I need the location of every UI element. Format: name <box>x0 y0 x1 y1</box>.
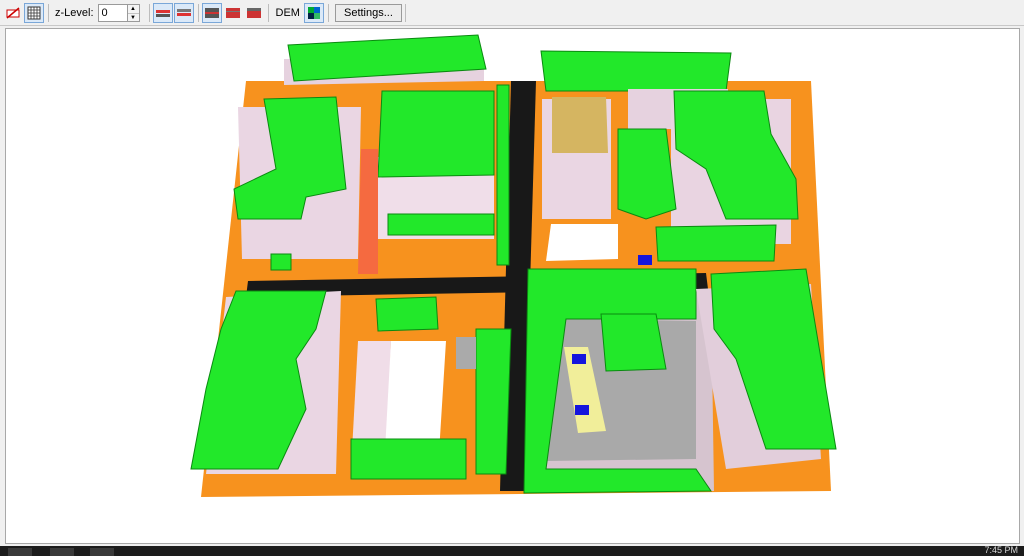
toolbar-separator <box>48 3 49 22</box>
taskbar: 7:45 PM <box>0 545 1024 556</box>
toolbar-separator <box>404 3 406 22</box>
tree-cluster <box>475 328 512 475</box>
paved-patch <box>456 337 476 369</box>
water-feature <box>572 354 586 364</box>
disable-view-button[interactable] <box>3 3 23 23</box>
layer-slice-icon <box>155 9 170 17</box>
zlevel-input[interactable] <box>97 3 128 22</box>
tree-row <box>496 84 510 266</box>
toolbar-separator <box>148 3 150 22</box>
dem-label: DEM <box>275 6 300 19</box>
app-window: z-Level: ▲ ▼ <box>0 0 1024 556</box>
tree <box>270 253 292 271</box>
spin-up-icon[interactable]: ▲ <box>128 5 139 13</box>
3d-model-viewport[interactable] <box>5 28 1020 544</box>
clock-time: 7:45 PM <box>984 545 1018 555</box>
view-mode-2-icon <box>225 7 240 18</box>
water-basin <box>638 255 652 265</box>
grid-icon <box>27 6 41 19</box>
view-mode-3-icon <box>246 7 261 18</box>
layer-stack-button[interactable] <box>173 2 194 23</box>
courtyard <box>358 149 378 274</box>
building-roof-brown <box>552 97 608 153</box>
toolbar: z-Level: ▲ ▼ <box>0 0 1024 26</box>
taskbar-app-icon[interactable] <box>8 548 32 556</box>
grid-toggle-button[interactable] <box>24 2 44 23</box>
tree-cluster <box>350 438 467 480</box>
zlevel-label: z-Level: <box>55 6 94 19</box>
taskbar-app-icon[interactable] <box>50 548 74 556</box>
layer-view-button[interactable] <box>152 2 173 23</box>
building-roof <box>377 90 495 178</box>
paved-area <box>546 224 618 261</box>
settings-button[interactable]: Settings... <box>334 3 402 22</box>
dem-colormap-icon <box>307 6 320 19</box>
tree-cluster <box>375 296 439 332</box>
building-roof <box>600 313 667 372</box>
dem-toggle-button[interactable] <box>303 2 324 23</box>
taskbar-app-icon[interactable] <box>90 548 114 556</box>
zlevel-spinner[interactable]: ▲ ▼ <box>127 3 140 22</box>
building-roof <box>387 213 495 236</box>
building-roof <box>540 50 732 92</box>
no-view-icon <box>6 6 20 19</box>
view-mode-2-button[interactable] <box>223 3 243 23</box>
toolbar-separator <box>267 3 269 22</box>
water-feature <box>575 405 589 415</box>
toolbar-separator <box>197 3 199 22</box>
spin-down-icon[interactable]: ▼ <box>127 12 139 22</box>
view-mode-3-button[interactable] <box>244 3 264 23</box>
layer-stack-icon <box>176 8 191 16</box>
view-mode-1-button[interactable] <box>201 2 222 23</box>
tree-cluster <box>655 224 777 262</box>
city-model-3d-view[interactable] <box>6 29 1020 544</box>
view-mode-1-icon <box>204 7 219 18</box>
toolbar-separator <box>327 3 329 22</box>
tree-cluster <box>617 128 677 220</box>
